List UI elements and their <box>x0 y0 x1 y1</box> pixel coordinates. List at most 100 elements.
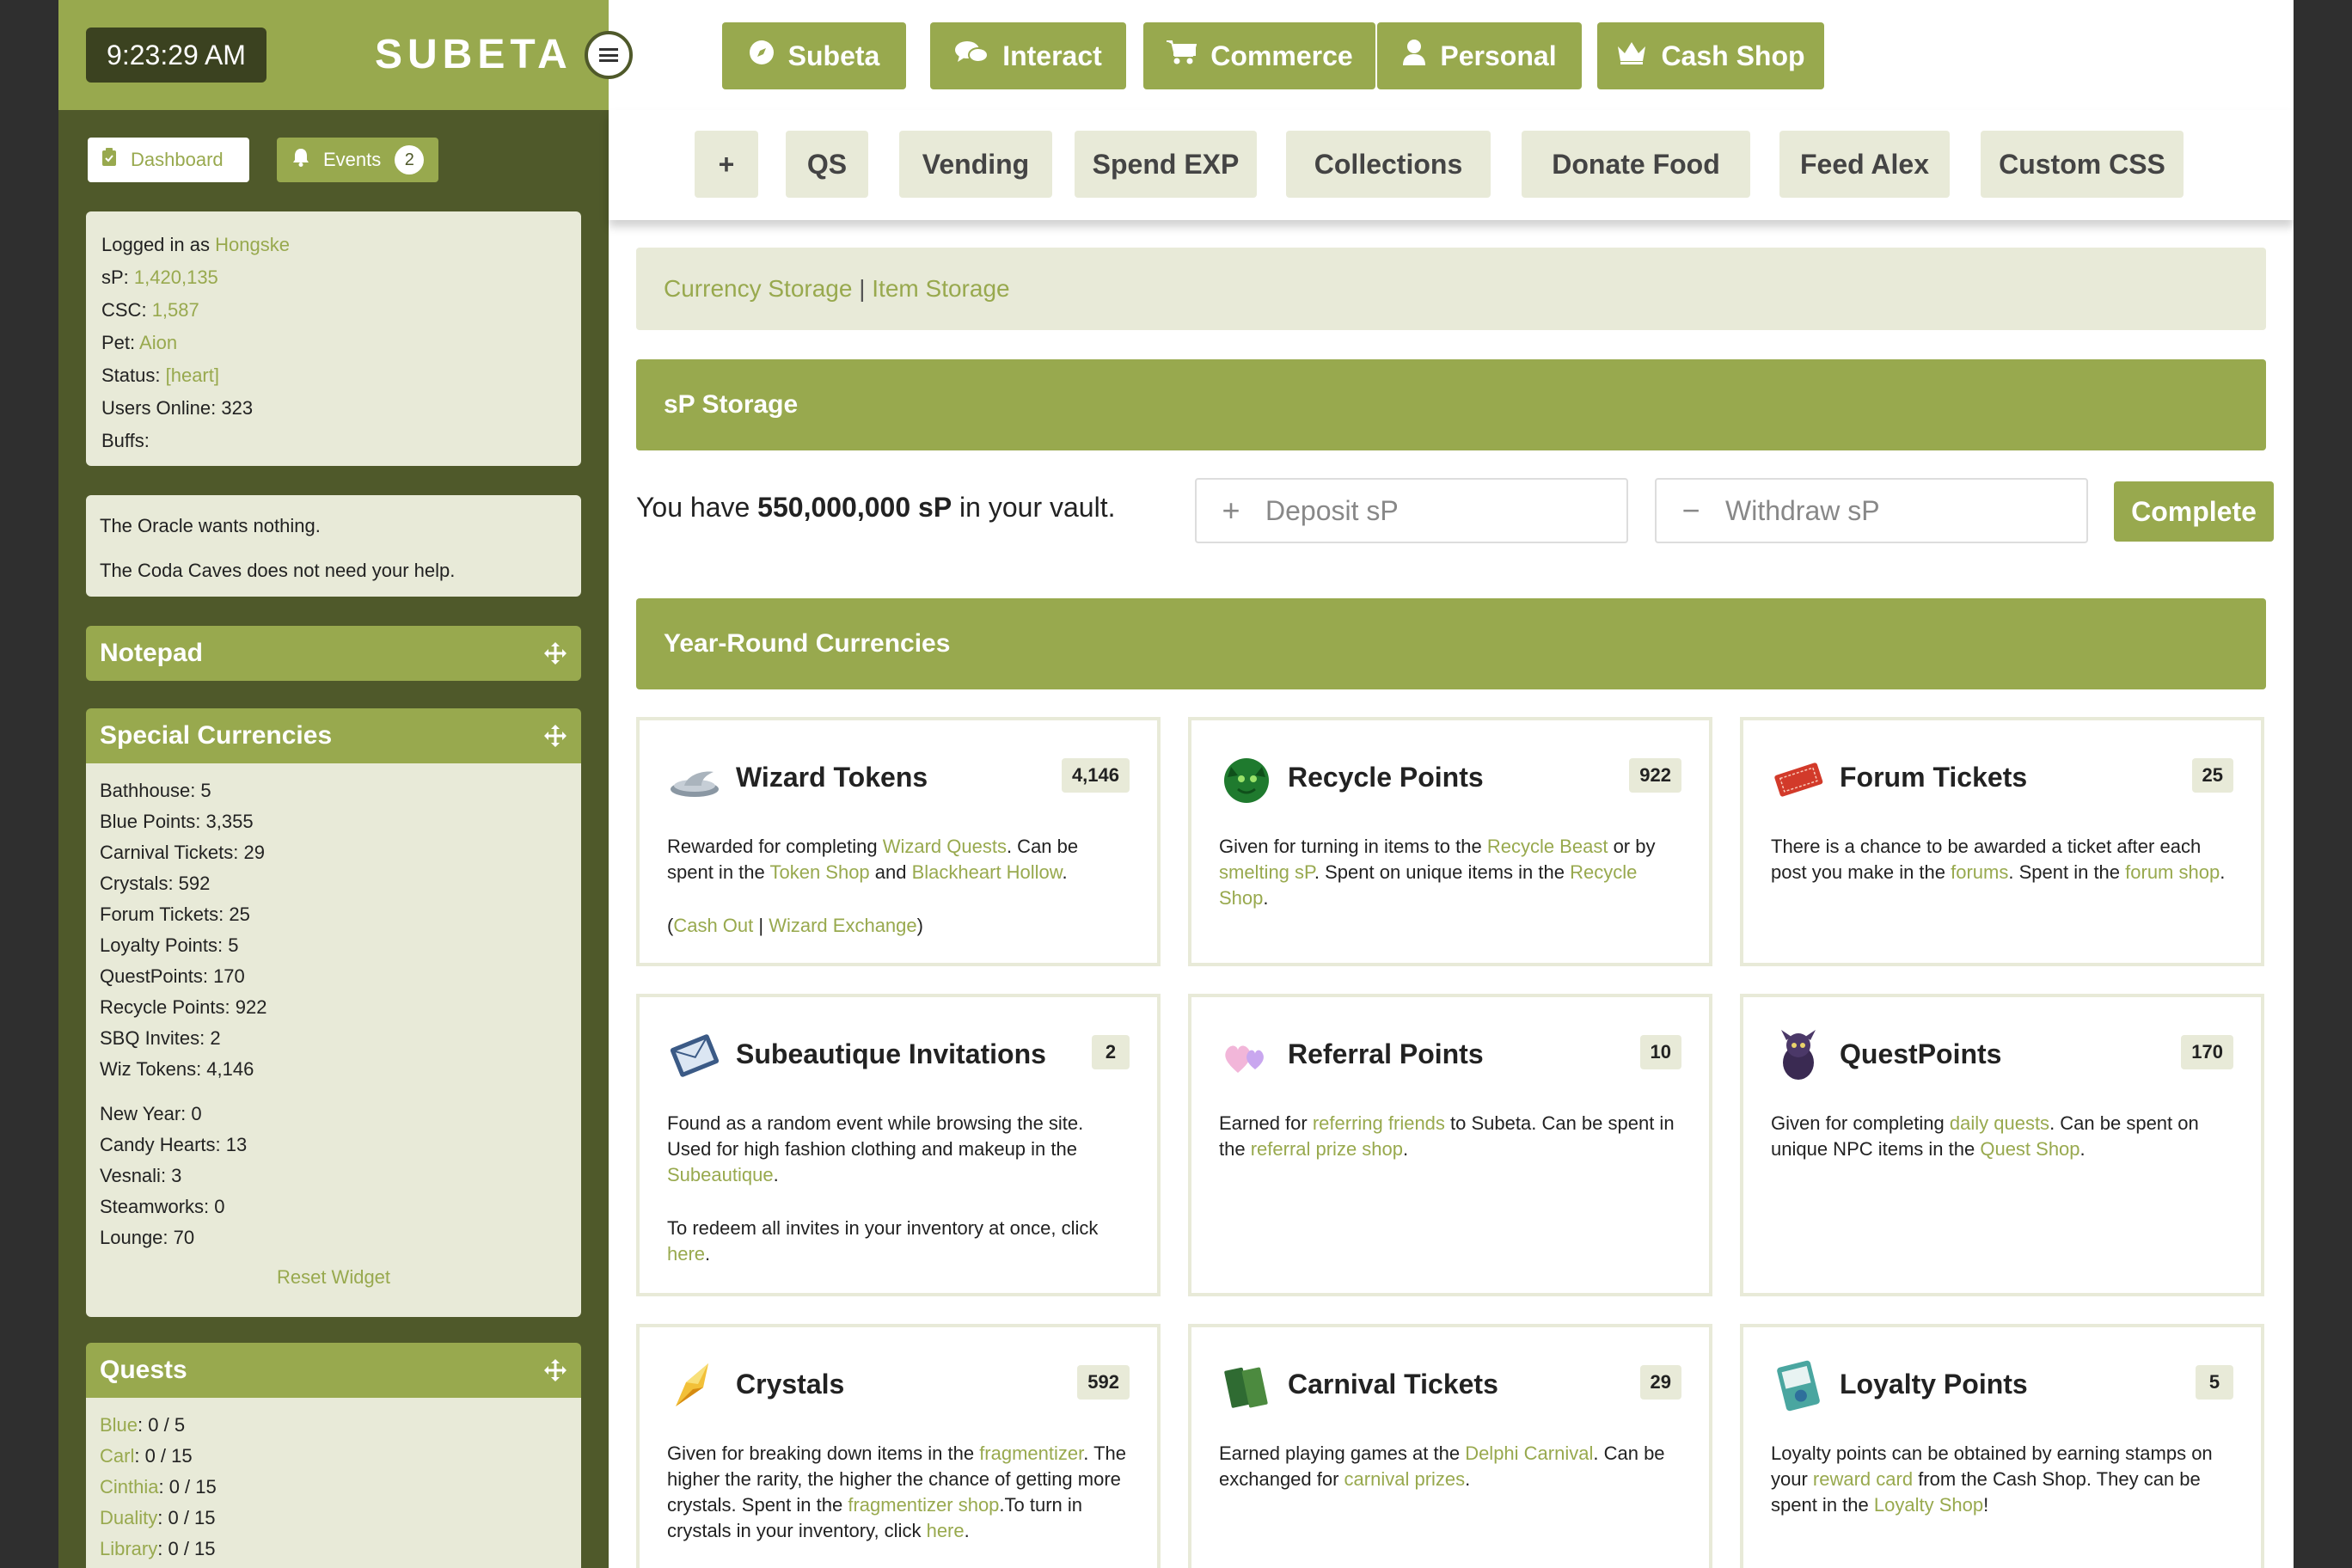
currency-title: Referral Points <box>1288 1038 1484 1069</box>
crown-icon <box>1616 40 1647 72</box>
currency-count-badge: 10 <box>1639 1035 1681 1069</box>
currency-title: Recycle Points <box>1288 762 1484 793</box>
dashboard-button[interactable]: Dashboard <box>88 138 249 182</box>
reset-widget-link[interactable]: Reset Widget <box>100 1262 567 1293</box>
quicklink-feed-alex-button[interactable]: Feed Alex <box>1779 131 1950 198</box>
ticket-icon <box>1771 751 1826 806</box>
event-currency-list: New Year: 0 Candy Hearts: 13 Vesnali: 3 Ste… <box>100 1099 567 1253</box>
nav-interact-button[interactable]: Interact <box>930 22 1126 89</box>
currency-storage-link[interactable]: Currency Storage <box>664 275 852 302</box>
description-link[interactable]: Recycle Beast <box>1487 836 1608 857</box>
move-arrows-icon[interactable] <box>543 724 567 748</box>
site-logo[interactable]: SUBETA <box>375 31 573 78</box>
deposit-field[interactable]: + <box>1195 478 1628 543</box>
currency-title: Forum Tickets <box>1840 762 2028 793</box>
buffs-label: Buffs: <box>101 430 150 451</box>
quest-giver-link[interactable]: Duality <box>100 1507 157 1528</box>
sp-value[interactable]: 1,420,135 <box>134 266 218 288</box>
csc-value[interactable]: 1,587 <box>152 299 199 321</box>
description-link[interactable]: Quest Shop <box>1980 1138 2079 1160</box>
special-currencies-list: Bathhouse: 5 Blue Points: 3,355 Carnival T… <box>86 763 581 1317</box>
events-button[interactable]: Events 2 <box>277 138 438 182</box>
description-link[interactable]: Wizard Quests <box>883 836 1007 857</box>
description-link[interactable]: reward card <box>1813 1468 1913 1490</box>
menu-toggle-button[interactable] <box>585 31 633 79</box>
nav-label: Commerce <box>1210 40 1353 71</box>
quest-giver-link[interactable]: Carl <box>100 1445 134 1467</box>
description-link[interactable]: forum shop <box>2125 861 2220 883</box>
description-link[interactable]: Wizard Exchange <box>769 915 916 936</box>
move-arrows-icon[interactable] <box>543 641 567 665</box>
description-link[interactable]: referral prize shop <box>1251 1138 1403 1160</box>
page: 9:23:29 AM SUBETA Dashboard Events 2 Log… <box>58 0 2294 1568</box>
description-text: or by <box>1608 836 1656 857</box>
description-link[interactable]: referring friends <box>1313 1112 1445 1134</box>
complete-button[interactable]: Complete <box>2114 481 2274 542</box>
description-text: . <box>705 1243 711 1265</box>
withdraw-input[interactable] <box>1725 494 2069 527</box>
cart-icon <box>1166 40 1197 72</box>
quest-giver-link[interactable]: Library <box>100 1538 157 1559</box>
currency-count-badge: 25 <box>2191 758 2233 793</box>
description-link[interactable]: fragmentizer <box>979 1442 1083 1464</box>
notepad-widget-header[interactable]: Notepad <box>86 626 581 681</box>
description-link[interactable]: Delphi Carnival <box>1465 1442 1593 1464</box>
vault-balance: You have 550,000,000 sP in your vault. <box>636 492 1115 524</box>
minus-icon: − <box>1681 493 1700 528</box>
description-link[interactable]: Token Shop <box>769 861 869 883</box>
special-currencies-widget-header[interactable]: Special Currencies <box>86 708 581 763</box>
description-text: Given for turning in items to the <box>1219 836 1487 857</box>
username-link[interactable]: Hongske <box>215 234 290 255</box>
description-link[interactable]: Cash Out <box>673 915 753 936</box>
description-link[interactable]: Loyalty Shop <box>1874 1494 1983 1516</box>
withdraw-field[interactable]: − <box>1655 478 2088 543</box>
currency-title: Crystals <box>736 1369 845 1400</box>
description-link[interactable]: here <box>667 1243 705 1265</box>
currency-card: Wizard Tokens 4,146 Rewarded for completin… <box>636 717 1161 966</box>
quicklink-add-button[interactable]: + <box>695 131 758 198</box>
description-link[interactable]: fragmentizer shop <box>848 1494 999 1516</box>
quests-widget-header[interactable]: Quests <box>86 1343 581 1398</box>
item-storage-link[interactable]: Item Storage <box>872 275 1009 302</box>
currency-card: Loyalty Points 5 Loyalty points can be obt… <box>1740 1324 2264 1568</box>
quick-links-bar: + QS Vending Spend EXP Collections Donate Foo… <box>609 110 2294 220</box>
currency-title: Carnival Tickets <box>1288 1369 1498 1400</box>
csc-label: CSC: <box>101 299 147 321</box>
quicklink-qs-button[interactable]: QS <box>786 131 868 198</box>
hamburger-icon <box>599 48 618 62</box>
description-link[interactable]: forums <box>1951 861 2008 883</box>
quicklink-donate-food-button[interactable]: Donate Food <box>1522 131 1750 198</box>
move-arrows-icon[interactable] <box>543 1358 567 1382</box>
special-currencies-title: Special Currencies <box>100 721 333 750</box>
quicklink-spend-exp-button[interactable]: Spend EXP <box>1075 131 1257 198</box>
quicklink-collections-button[interactable]: Collections <box>1286 131 1491 198</box>
quicklink-vending-button[interactable]: Vending <box>899 131 1052 198</box>
status-label: Status: <box>101 364 161 386</box>
currency-card: Forum Tickets 25 There is a chance to be a… <box>1740 717 2264 966</box>
description-link[interactable]: carnival prizes <box>1344 1468 1466 1490</box>
nav-personal-button[interactable]: Personal <box>1377 22 1582 89</box>
description-link[interactable]: Subeautique <box>667 1164 774 1185</box>
nav-commerce-button[interactable]: Commerce <box>1143 22 1375 89</box>
vault-prefix: You have <box>636 492 750 523</box>
pet-link[interactable]: Aion <box>139 332 177 353</box>
nav-subeta-button[interactable]: Subeta <box>722 22 906 89</box>
description-link[interactable]: here <box>927 1520 965 1541</box>
quest-item: Duality: 0 / 15 <box>100 1503 567 1534</box>
currency-card: Carnival Tickets 29 Earned playing games a… <box>1188 1324 1712 1568</box>
quest-giver-link[interactable]: Cinthia <box>100 1476 158 1498</box>
description-link[interactable]: daily quests <box>1950 1112 2049 1134</box>
logged-in-line: Logged in as Hongske <box>101 229 566 261</box>
quest-giver-link[interactable]: Blue <box>100 1414 138 1436</box>
status-value[interactable]: [heart] <box>166 364 219 386</box>
currency-description: Earned playing games at the Delphi Carni… <box>1219 1441 1681 1492</box>
quest-item: Carl: 0 / 15 <box>100 1441 567 1472</box>
nav-cash-shop-button[interactable]: Cash Shop <box>1597 22 1824 89</box>
quicklink-custom-css-button[interactable]: Custom CSS <box>1981 131 2184 198</box>
quest-progress: : 0 / 15 <box>157 1507 216 1528</box>
deposit-input[interactable] <box>1265 494 1609 527</box>
description-paragraph: Loyalty points can be obtained by earnin… <box>1771 1441 2233 1518</box>
description-link[interactable]: Blackheart Hollow <box>912 861 1063 883</box>
compass-icon <box>749 40 775 72</box>
description-link[interactable]: smelting sP <box>1219 861 1314 883</box>
